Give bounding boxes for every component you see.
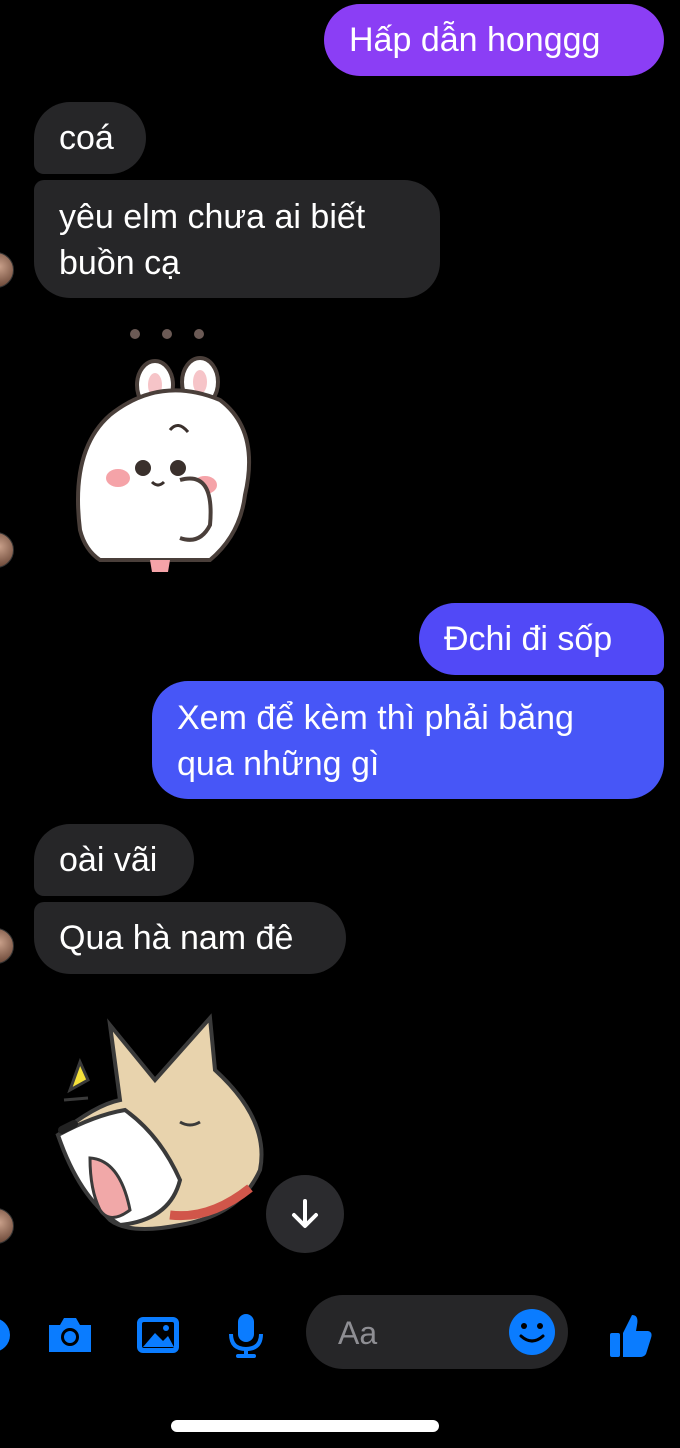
message-incoming[interactable]: oài vãi <box>34 824 194 896</box>
gallery-icon <box>137 1317 179 1353</box>
message-outgoing[interactable]: Hấp dẫn honggg <box>324 4 664 76</box>
message-text: yêu elm chưa ai biết buồn cạ <box>59 198 366 282</box>
message-text: Đchi đi sốp <box>444 620 613 658</box>
emoji-button[interactable] <box>506 1304 562 1360</box>
camera-icon <box>49 1318 91 1352</box>
more-button[interactable] <box>0 1307 10 1363</box>
message-composer[interactable] <box>306 1295 568 1369</box>
message-incoming[interactable]: Qua hà nam đê <box>34 902 346 974</box>
message-text: Xem để kèm thì phải băng qua những gì <box>177 699 574 783</box>
contact-avatar[interactable] <box>0 1208 14 1244</box>
message-incoming[interactable]: coá <box>34 102 146 174</box>
voice-button[interactable] <box>216 1307 276 1363</box>
message-text: Hấp dẫn honggg <box>349 21 601 59</box>
contact-avatar[interactable] <box>0 928 14 964</box>
home-indicator[interactable] <box>171 1420 439 1432</box>
like-icon <box>610 1315 652 1357</box>
camera-button[interactable] <box>40 1307 100 1363</box>
shiba-yawning-sticker[interactable] <box>50 1010 280 1240</box>
message-text: coá <box>59 119 114 157</box>
bunny-thinking-sticker[interactable] <box>60 320 260 580</box>
plus-circle-icon <box>0 1318 10 1352</box>
emoji-icon <box>509 1309 555 1355</box>
message-outgoing[interactable]: Xem để kèm thì phải băng qua những gì <box>152 681 664 799</box>
message-text: oài vãi <box>59 841 158 879</box>
gallery-button[interactable] <box>128 1307 188 1363</box>
microphone-icon <box>229 1314 263 1358</box>
message-input[interactable] <box>336 1309 500 1357</box>
bunny-thinking-sticker-image <box>76 329 252 572</box>
shiba-yawning-sticker-image <box>55 1013 264 1231</box>
scroll-to-bottom-button[interactable] <box>266 1175 344 1253</box>
message-incoming[interactable]: yêu elm chưa ai biết buồn cạ <box>34 180 440 298</box>
message-text: Qua hà nam đê <box>59 919 294 957</box>
contact-avatar[interactable] <box>0 252 14 288</box>
like-button[interactable] <box>600 1307 660 1363</box>
message-outgoing[interactable]: Đchi đi sốp <box>419 603 664 675</box>
arrow-down-icon <box>292 1199 318 1228</box>
contact-avatar[interactable] <box>0 532 14 568</box>
